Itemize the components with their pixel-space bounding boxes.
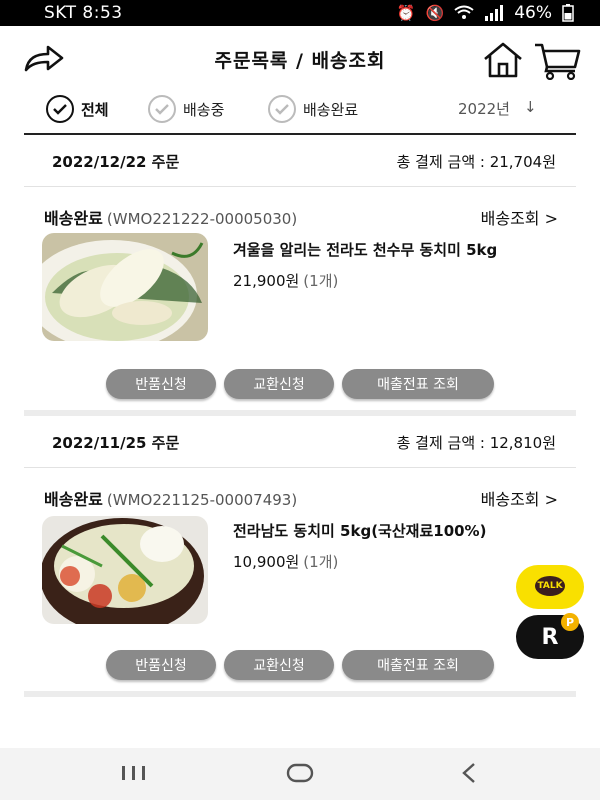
- alarm-icon: ⏰: [396, 4, 416, 22]
- reward-r-label: R: [541, 624, 559, 650]
- product-qty: (1개): [303, 272, 339, 290]
- track-delivery-link[interactable]: 배송조회 >: [481, 205, 558, 229]
- order-header: 2022/11/25 주문 총 결제 금액 : 12,810원: [24, 416, 576, 468]
- order-actions: 반품신청 교환신청 매출전표 조회: [106, 369, 494, 399]
- battery-level: 46%: [514, 3, 552, 23]
- mute-icon: 🔇: [425, 4, 445, 22]
- track-delivery-link[interactable]: 배송조회 >: [481, 486, 558, 510]
- system-nav-bar: [0, 748, 600, 800]
- app-header: 주문목록 / 배송조회: [0, 26, 600, 90]
- exchange-request-button[interactable]: 교환신청: [224, 650, 334, 680]
- talk-bubble-icon: TALK: [535, 576, 565, 596]
- signal-icon: [485, 5, 504, 21]
- order-header: 2022/12/22 주문 총 결제 금액 : 21,704원: [24, 135, 576, 187]
- order-separator: [24, 691, 576, 697]
- product-image[interactable]: [42, 233, 208, 341]
- return-request-button[interactable]: 반품신청: [106, 650, 216, 680]
- product-qty: (1개): [303, 553, 339, 571]
- order-total: 총 결제 금액 : 12,810원: [396, 434, 556, 452]
- filter-label: 전체: [81, 100, 109, 119]
- check-circle-icon: [148, 95, 176, 123]
- home-nav-icon[interactable]: [280, 761, 320, 785]
- recent-apps-icon[interactable]: [114, 761, 154, 785]
- sales-receipt-button[interactable]: 매출전표 조회: [342, 650, 494, 680]
- wifi-icon: [454, 5, 474, 19]
- return-request-button[interactable]: 반품신청: [106, 369, 216, 399]
- filter-delivered[interactable]: 배송완료: [268, 94, 358, 124]
- filter-label: 배송중: [183, 100, 225, 119]
- filter-bar: 전체 배송중 배송완료 2022년 ↓: [0, 90, 600, 130]
- check-circle-icon: [46, 95, 74, 123]
- order-status-row: 배송완료 (WMO221125-00007493) 배송조회 >: [44, 486, 558, 510]
- year-select[interactable]: 2022년 ↓: [458, 98, 537, 119]
- order-date: 2022/12/22 주문: [52, 153, 180, 171]
- product-price: 10,900원: [233, 553, 300, 571]
- status-icons: ⏰ 🔇 46%: [397, 3, 574, 23]
- order-date: 2022/11/25 주문: [52, 434, 180, 452]
- battery-icon: [562, 4, 574, 22]
- check-circle-icon: [268, 95, 296, 123]
- order-card: 2022/12/22 주문 총 결제 금액 : 21,704원 배송완료 (WMO…: [0, 135, 600, 415]
- product-price-row: 10,900원 (1개): [233, 551, 338, 572]
- cart-icon[interactable]: [533, 40, 581, 80]
- carrier-time: SKT 8:53: [44, 3, 123, 23]
- filter-all[interactable]: 전체: [46, 94, 109, 124]
- order-card: 2022/11/25 주문 총 결제 금액 : 12,810원 배송완료 (WMO…: [0, 416, 600, 696]
- order-actions: 반품신청 교환신청 매출전표 조회: [106, 650, 494, 680]
- sales-receipt-button[interactable]: 매출전표 조회: [342, 369, 494, 399]
- home-icon[interactable]: [481, 40, 525, 80]
- filter-shipping[interactable]: 배송중: [148, 94, 224, 124]
- order-code: (WMO221125-00007493): [106, 491, 298, 509]
- order-total: 총 결제 금액 : 21,704원: [396, 153, 556, 171]
- product-name[interactable]: 전라남도 동치미 5kg(국산재료100%): [233, 520, 486, 541]
- product-price-row: 21,900원 (1개): [233, 270, 338, 291]
- order-code: (WMO221222-00005030): [106, 210, 298, 228]
- delivery-status: 배송완료: [44, 490, 103, 509]
- kakao-talk-button[interactable]: TALK: [516, 565, 584, 609]
- status-bar: SKT 8:53 ⏰ 🔇 46%: [0, 0, 600, 26]
- reward-button[interactable]: R P: [516, 613, 584, 659]
- arrow-down-icon: ↓: [523, 98, 537, 116]
- back-nav-icon[interactable]: [450, 761, 490, 785]
- delivery-status: 배송완료: [44, 209, 103, 228]
- order-status-row: 배송완료 (WMO221222-00005030) 배송조회 >: [44, 205, 558, 229]
- filter-label: 배송완료: [303, 100, 359, 119]
- exchange-request-button[interactable]: 교환신청: [224, 369, 334, 399]
- product-image[interactable]: [42, 516, 208, 624]
- product-price: 21,900원: [233, 272, 300, 290]
- year-label: 2022년: [458, 100, 510, 118]
- point-coin-icon: P: [561, 613, 579, 631]
- product-name[interactable]: 겨울을 알리는 전라도 천수무 동치미 5kg: [233, 239, 497, 260]
